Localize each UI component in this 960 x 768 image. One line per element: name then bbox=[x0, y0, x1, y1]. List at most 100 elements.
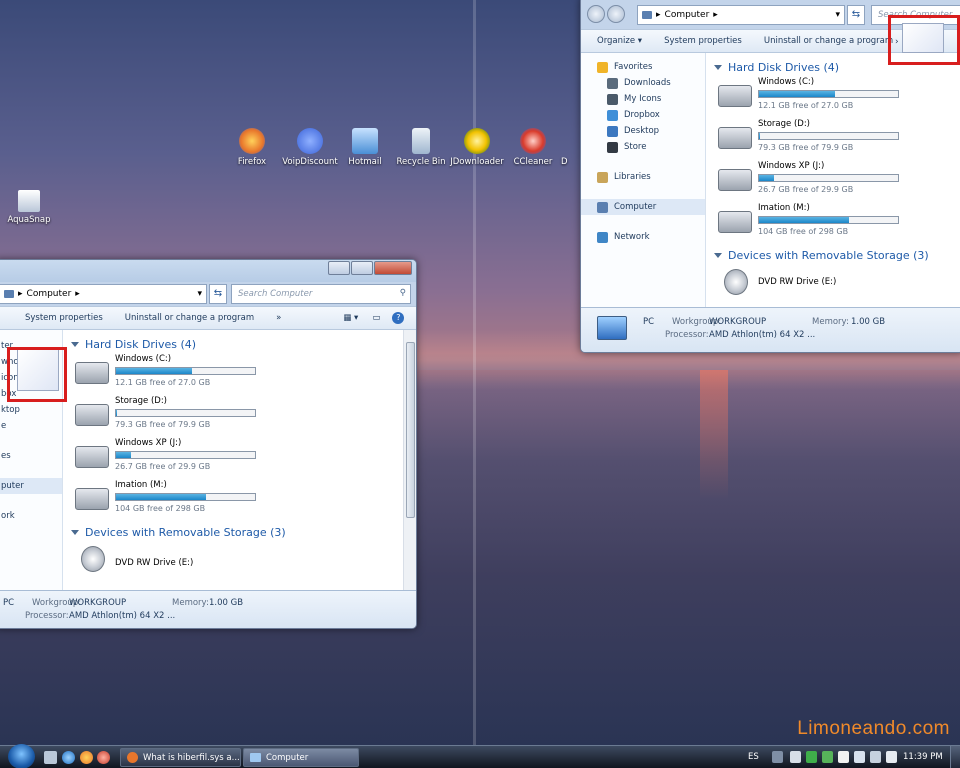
desktop-icon-hotmail[interactable]: Hotmail bbox=[336, 128, 394, 167]
address-bar[interactable]: ▸ Computer ▸ ▾ bbox=[637, 5, 845, 25]
security-icon[interactable] bbox=[822, 751, 833, 763]
aquasnap-icon bbox=[18, 190, 40, 212]
desktop-icon-partial[interactable]: D bbox=[561, 128, 575, 167]
nav-item-computer[interactable]: Computer bbox=[581, 199, 705, 215]
address-dropdown-icon[interactable]: ▾ bbox=[197, 289, 202, 299]
computer-small-icon bbox=[642, 11, 652, 19]
collapse-arrow-icon[interactable] bbox=[714, 252, 722, 258]
nav-item-desktop[interactable]: Desktop bbox=[581, 123, 705, 139]
firefox-icon[interactable] bbox=[80, 751, 93, 764]
collapse-arrow-icon[interactable] bbox=[714, 64, 722, 70]
maximize-button[interactable] bbox=[351, 261, 373, 275]
nav-item-store[interactable]: Store bbox=[581, 139, 705, 155]
search-input[interactable]: Search Computer ⚲ bbox=[231, 284, 411, 304]
more-commands-button[interactable]: » bbox=[276, 313, 281, 323]
keyboard-icon[interactable] bbox=[772, 751, 783, 763]
nav-item-network[interactable]: Network bbox=[581, 229, 705, 245]
drive-item-d[interactable]: Storage (D:) 79.3 GB free of 79.9 GB bbox=[63, 396, 403, 438]
media-player-icon[interactable] bbox=[97, 751, 110, 764]
system-properties-button[interactable]: System properties bbox=[664, 36, 742, 46]
uninstall-program-button[interactable]: Uninstall or change a program bbox=[764, 36, 893, 46]
nav-item-favorites[interactable]: Favorites bbox=[581, 59, 705, 75]
hard-drive-icon bbox=[718, 169, 752, 191]
network-icon[interactable] bbox=[854, 751, 865, 763]
collapse-arrow-icon[interactable] bbox=[71, 341, 79, 347]
breadcrumb-computer[interactable]: Computer bbox=[665, 10, 710, 20]
drive-item-j[interactable]: Windows XP (J:) 26.7 GB free of 29.9 GB bbox=[706, 161, 960, 203]
drive-item-dvd[interactable]: DVD RW Drive (E:) bbox=[63, 542, 403, 584]
nav-item-libraries-partial[interactable]: es bbox=[0, 448, 62, 464]
flag-icon[interactable] bbox=[838, 751, 849, 763]
firefox-icon bbox=[127, 752, 138, 763]
nav-item-libraries[interactable]: Libraries bbox=[581, 169, 705, 185]
view-options-icon[interactable]: ▦ ▾ bbox=[343, 313, 358, 323]
utorrent-icon[interactable] bbox=[806, 751, 817, 763]
system-properties-button[interactable]: System properties bbox=[25, 313, 103, 323]
nav-item-network-partial[interactable]: ork bbox=[0, 508, 62, 524]
scrollbar-thumb[interactable] bbox=[406, 342, 415, 518]
refresh-button[interactable]: ⇆ bbox=[847, 5, 865, 25]
forward-button[interactable] bbox=[607, 5, 625, 23]
refresh-button[interactable]: ⇆ bbox=[209, 284, 227, 304]
vertical-scrollbar[interactable] bbox=[403, 330, 416, 590]
language-indicator[interactable]: ES bbox=[748, 752, 759, 762]
nav-item-store-partial[interactable]: e bbox=[0, 418, 62, 434]
help-icon[interactable]: ? bbox=[392, 312, 405, 324]
uninstall-program-button[interactable]: Uninstall or change a program bbox=[125, 313, 254, 323]
drive-item-dvd[interactable]: DVD RW Drive (E:) bbox=[706, 265, 960, 307]
desktop-icon-voipdiscount[interactable]: VoipDiscount bbox=[281, 128, 339, 167]
explorer-window-right[interactable]: ▸ Computer ▸ ▾ ⇆ Search Computer Organiz… bbox=[580, 0, 960, 353]
address-bar[interactable]: ▸ Computer ▸ ▾ bbox=[0, 284, 207, 304]
desktop-icon-jdownloader[interactable]: JDownloader bbox=[448, 128, 506, 167]
start-button[interactable] bbox=[8, 744, 35, 768]
nav-item-downloads[interactable]: Downloads bbox=[581, 75, 705, 91]
taskbar-item-computer[interactable]: Computer bbox=[243, 748, 359, 767]
desktop-icon-firefox[interactable]: Firefox bbox=[223, 128, 281, 167]
highlight-box bbox=[888, 15, 960, 65]
hard-drive-icon bbox=[718, 127, 752, 149]
address-dropdown-icon[interactable]: ▾ bbox=[835, 10, 840, 20]
internet-explorer-icon[interactable] bbox=[62, 751, 75, 764]
content-pane: Hard Disk Drives (4) Windows (C:) 12.1 G… bbox=[706, 53, 960, 307]
nav-item-dropbox[interactable]: Dropbox bbox=[581, 107, 705, 123]
partial-icon bbox=[561, 128, 575, 154]
nav-item-desktop-partial[interactable]: ktop bbox=[0, 402, 62, 418]
recycle-bin-icon bbox=[412, 128, 430, 154]
breadcrumb-computer[interactable]: Computer bbox=[27, 289, 72, 299]
minimize-button[interactable] bbox=[328, 261, 350, 275]
group-header-hard-disk-drives[interactable]: Hard Disk Drives (4) bbox=[63, 334, 403, 354]
drive-item-d[interactable]: Storage (D:) 79.3 GB free of 79.9 GB bbox=[706, 119, 960, 161]
nav-item-computer-partial[interactable]: puter bbox=[0, 478, 62, 494]
volume-icon[interactable] bbox=[870, 751, 881, 763]
preview-pane-icon[interactable]: ▭ bbox=[372, 313, 380, 323]
close-button[interactable] bbox=[374, 261, 412, 275]
desktop-icon-recycle-bin[interactable]: Recycle Bin bbox=[392, 128, 450, 167]
back-button[interactable] bbox=[587, 5, 605, 23]
computer-small-icon bbox=[4, 290, 14, 298]
drive-item-j[interactable]: Windows XP (J:) 26.7 GB free of 29.9 GB bbox=[63, 438, 403, 480]
desktop-icon-ccleaner[interactable]: CCleaner bbox=[504, 128, 562, 167]
notification-icon[interactable] bbox=[790, 751, 801, 763]
power-icon[interactable] bbox=[886, 751, 897, 763]
search-icon: ⚲ bbox=[399, 288, 406, 298]
drive-item-c[interactable]: Windows (C:) 12.1 GB free of 27.0 GB bbox=[63, 354, 403, 396]
drive-item-m[interactable]: Imation (M:) 104 GB free of 298 GB bbox=[706, 203, 960, 245]
capacity-bar bbox=[758, 132, 899, 140]
drive-item-m[interactable]: Imation (M:) 104 GB free of 298 GB bbox=[63, 480, 403, 522]
group-header-removable-storage[interactable]: Devices with Removable Storage (3) bbox=[63, 522, 403, 542]
downloads-icon bbox=[607, 77, 618, 89]
clock[interactable]: 11:39 PM bbox=[903, 752, 943, 762]
collapse-arrow-icon[interactable] bbox=[71, 529, 79, 535]
explorer-window-left[interactable]: ▸ Computer ▸ ▾ ⇆ Search Computer ⚲ Syste… bbox=[0, 259, 417, 629]
group-header-removable-storage[interactable]: Devices with Removable Storage (3) bbox=[706, 245, 960, 265]
nav-item-my-icons[interactable]: My Icons bbox=[581, 91, 705, 107]
breadcrumb-arrow-icon: ▸ bbox=[656, 10, 661, 20]
show-desktop-icon[interactable] bbox=[44, 751, 57, 764]
organize-button[interactable]: Organize ▾ bbox=[597, 36, 642, 46]
show-desktop-button[interactable] bbox=[950, 746, 960, 768]
title-bar[interactable] bbox=[0, 260, 416, 282]
desktop-icon-aquasnap[interactable]: AquaSnap bbox=[0, 190, 58, 225]
taskbar: What is hiberfil.sys a... Computer ES 11… bbox=[0, 744, 960, 768]
drive-item-c[interactable]: Windows (C:) 12.1 GB free of 27.0 GB bbox=[706, 77, 960, 119]
taskbar-item-browser[interactable]: What is hiberfil.sys a... bbox=[120, 748, 241, 767]
